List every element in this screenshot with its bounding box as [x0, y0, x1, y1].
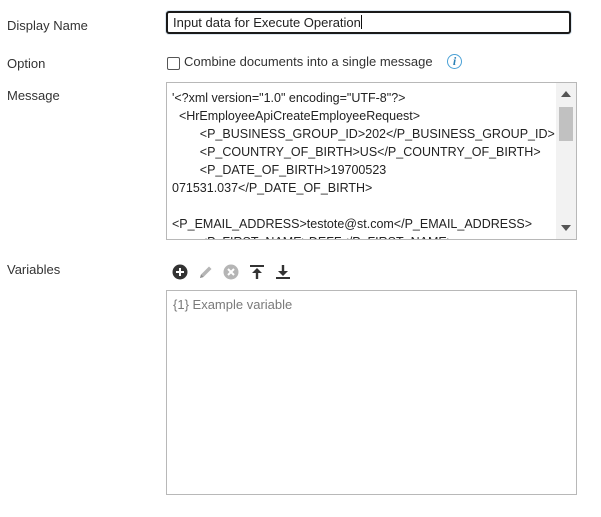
remove-icon[interactable] — [223, 264, 239, 280]
text-caret — [360, 15, 362, 29]
message-line: <P_FIRST_NAME>DEFF</P_FIRST_NAME> — [172, 233, 554, 239]
display-name-label: Display Name — [7, 18, 88, 33]
edit-icon[interactable] — [198, 264, 214, 280]
variables-label: Variables — [7, 262, 61, 277]
scroll-thumb[interactable] — [559, 107, 573, 141]
message-line: 071531.037</P_DATE_OF_BIRTH> — [172, 181, 373, 195]
scroll-up-arrow-icon[interactable] — [561, 91, 571, 97]
scroll-down-arrow-icon[interactable] — [561, 225, 571, 231]
message-scrollbar[interactable] — [556, 83, 576, 239]
message-line: <HrEmployeeApiCreateEmployeeRequest> — [172, 109, 421, 123]
message-line: <P_DATE_OF_BIRTH>19700523 — [172, 163, 387, 177]
display-name-value: Input data for Execute Operation — [173, 15, 361, 30]
message-content: '<?xml version="1.0" encoding="UTF-8"?> … — [172, 89, 555, 239]
info-icon[interactable]: i — [447, 54, 462, 69]
option-label: Option — [7, 56, 46, 71]
message-label: Message — [7, 88, 60, 103]
message-textarea[interactable]: '<?xml version="1.0" encoding="UTF-8"?> … — [166, 82, 577, 240]
message-line: <P_BUSINESS_GROUP_ID>202</P_BUSINESS_GRO… — [172, 127, 555, 141]
move-bottom-icon[interactable] — [275, 264, 291, 280]
add-icon[interactable] — [172, 264, 188, 280]
move-top-icon[interactable] — [249, 264, 265, 280]
message-line — [172, 197, 554, 215]
message-line: <P_EMAIL_ADDRESS>testote@st.com</P_EMAIL… — [172, 217, 533, 231]
combine-documents-checkbox[interactable] — [167, 57, 180, 70]
combine-documents-label[interactable]: Combine documents into a single message — [184, 54, 433, 69]
message-line: <P_COUNTRY_OF_BIRTH>US</P_COUNTRY_OF_BIR… — [172, 145, 541, 159]
variables-textarea[interactable]: {1} Example variable — [166, 290, 577, 495]
message-line: '<?xml version="1.0" encoding="UTF-8"?> — [172, 91, 406, 105]
variables-placeholder: {1} Example variable — [173, 297, 293, 312]
display-name-input[interactable]: Input data for Execute Operation — [166, 11, 571, 34]
